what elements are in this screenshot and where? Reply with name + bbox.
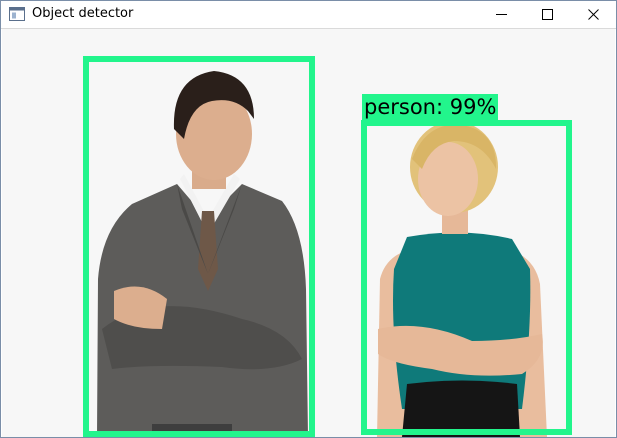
maximize-icon [541,9,553,20]
detection-label-2: person: 99% [362,94,499,121]
minimize-icon [495,9,507,20]
close-icon [587,9,599,20]
window-title: Object detector [32,6,134,21]
app-window-icon [9,7,25,21]
detection-box-1 [83,56,315,437]
maximize-button[interactable] [524,1,570,28]
app-window: Object detector person: 99% [0,0,617,438]
title-bar[interactable]: Object detector [1,1,616,29]
detection-box-2 [361,120,572,435]
close-button[interactable] [570,1,616,28]
detection-canvas: person: 99% [2,29,615,437]
minimize-button[interactable] [478,1,524,28]
